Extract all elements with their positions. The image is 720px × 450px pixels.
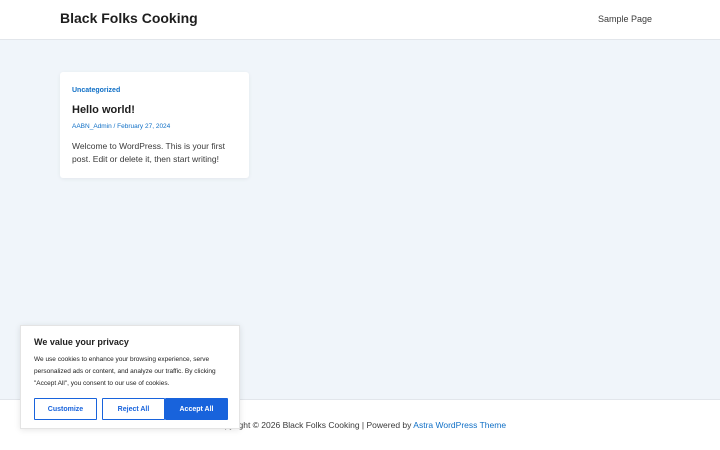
cookie-banner-title: We value your privacy	[34, 337, 129, 347]
post-category-link[interactable]: Uncategorized	[72, 87, 120, 94]
cookie-banner-text: We use cookies to enhance your browsing …	[34, 356, 216, 387]
cookie-consent-banner: We value your privacy We use cookies to …	[20, 325, 240, 429]
post-meta: AABN_Admin / February 27, 2024	[72, 123, 170, 130]
footer-copyright-text: Copyright © 2026 Black Folks Cooking | P…	[213, 420, 414, 430]
site-header: Black Folks Cooking Sample Page	[0, 0, 720, 40]
customize-button[interactable]: Customize	[34, 398, 97, 420]
footer-theme-link[interactable]: Astra WordPress Theme	[413, 420, 506, 430]
post-title[interactable]: Hello world!	[72, 104, 135, 116]
post-excerpt: Welcome to WordPress. This is your first…	[72, 141, 226, 164]
accept-all-button[interactable]: Accept All	[165, 398, 228, 420]
nav-item-sample-page[interactable]: Sample Page	[598, 14, 652, 24]
site-title[interactable]: Black Folks Cooking	[60, 10, 198, 26]
reject-all-button[interactable]: Reject All	[102, 398, 165, 420]
post-author-link[interactable]: AABN_Admin	[72, 123, 112, 130]
post-date-link[interactable]: February 27, 2024	[117, 123, 170, 130]
post-card: Uncategorized Hello world! AABN_Admin / …	[60, 72, 249, 178]
